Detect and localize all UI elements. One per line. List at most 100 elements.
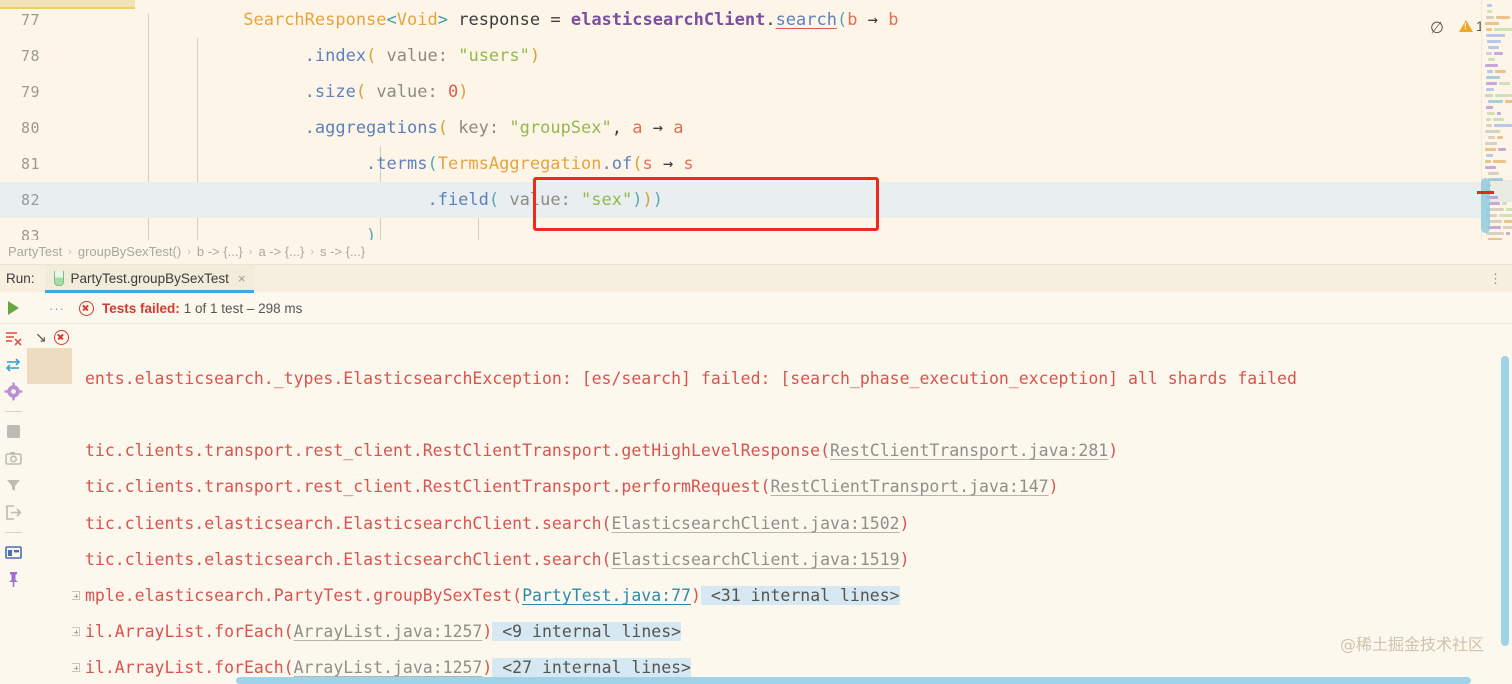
stack-trace-file-link-active[interactable]: PartyTest.java:77: [522, 586, 691, 605]
run-status-row: ··· Tests failed: 1 of 1 test – 298 ms: [0, 293, 1512, 323]
stack-trace-line[interactable]: tic.clients.elasticsearch.ElasticsearchC…: [85, 550, 910, 570]
fold-expand-icon[interactable]: [72, 663, 80, 672]
console-horizontal-scrollbar[interactable]: [236, 677, 1471, 684]
stack-trace-text: ): [690, 586, 701, 605]
console-vertical-scrollbar[interactable]: [1501, 356, 1509, 646]
minimap-line: [1502, 202, 1507, 205]
code-token: b: [847, 10, 868, 30]
console-test-tree[interactable]: ↘: [27, 324, 73, 684]
code-token: SearchResponse: [243, 10, 387, 30]
settings-gear-icon[interactable]: [4, 382, 23, 401]
breadcrumb-item[interactable]: s -> {...}: [320, 244, 365, 259]
internal-lines-label: <9 internal lines>: [492, 622, 682, 641]
minimap-line: [1493, 160, 1506, 163]
minimap-scrollbar-thumb[interactable]: [1481, 178, 1490, 233]
stack-trace-line[interactable]: ents.elasticsearch._types.ElasticsearchE…: [85, 369, 1297, 389]
rerun-failed-tests-icon[interactable]: [4, 328, 23, 347]
stack-trace-file-link[interactable]: ArrayList.java:1257: [294, 658, 483, 677]
code-token: (: [355, 82, 367, 102]
stack-trace-file-link[interactable]: ArrayList.java:1257: [294, 622, 483, 641]
screenshot-icon[interactable]: [4, 449, 23, 468]
line-number: 83: [20, 227, 40, 240]
minimap-line: [1488, 220, 1502, 223]
minimap-line: [1494, 124, 1512, 127]
run-tab[interactable]: PartyTest.groupBySexTest ×: [44, 264, 255, 293]
minimap-line: [1497, 112, 1501, 115]
code-token: (: [488, 190, 500, 210]
minimap-line: [1485, 94, 1493, 97]
code-token: ): [652, 190, 663, 210]
fold-expand-icon[interactable]: [72, 591, 80, 600]
test-tree-selected-node[interactable]: [27, 348, 72, 384]
minimap-line: [1495, 70, 1506, 73]
layout-icon[interactable]: [4, 543, 23, 562]
line-number: 81: [20, 155, 40, 173]
stack-trace-line[interactable]: il.ArrayList.forEach(ArrayList.java:1257…: [85, 622, 682, 642]
stack-trace-line[interactable]: tic.clients.elasticsearch.ElasticsearchC…: [85, 514, 910, 534]
stack-trace-file-link[interactable]: RestClientTransport.java:147: [770, 477, 1048, 496]
run-tab-title: PartyTest.groupBySexTest: [70, 271, 229, 286]
run-play-icon[interactable]: [8, 301, 19, 315]
code-token: ): [642, 190, 653, 210]
stop-icon[interactable]: [4, 422, 23, 441]
minimap-line: [1487, 112, 1495, 115]
code-token: b: [877, 10, 899, 30]
code-line[interactable]: .index( value: "users"): [59, 38, 540, 74]
code-line[interactable]: .terms(TermsAggregation.of(s → s: [59, 146, 694, 182]
console-toolbar: [0, 324, 27, 684]
stack-trace-output[interactable]: ents.elasticsearch._types.ElasticsearchE…: [72, 324, 1506, 684]
stack-trace-text: mple.elasticsearch.PartyTest.groupBySexT…: [85, 586, 523, 605]
code-editor[interactable]: 77 SearchResponse<Void> response = elast…: [0, 0, 1512, 240]
minimap-line: [1503, 226, 1512, 229]
minimap-line: [1504, 220, 1512, 223]
code-token: s: [673, 154, 694, 174]
code-line[interactable]: .field( value: "sex"))): [59, 182, 663, 218]
stack-trace-line[interactable]: mple.elasticsearch.PartyTest.groupBySexT…: [85, 586, 900, 606]
code-token: a: [632, 118, 653, 138]
stack-trace-file-link[interactable]: RestClientTransport.java:281: [830, 441, 1108, 460]
warning-triangle-icon: [1459, 20, 1473, 32]
filter-icon[interactable]: [4, 476, 23, 495]
breadcrumb-item[interactable]: a -> {...}: [258, 244, 304, 259]
minimap-line: [1506, 232, 1510, 235]
minimap-line: [1487, 70, 1493, 73]
minimap-line: [1497, 136, 1503, 139]
breadcrumb-item[interactable]: b -> {...}: [197, 244, 243, 259]
sort-toggle-icon[interactable]: [4, 355, 23, 374]
code-token: .field: [427, 190, 489, 210]
code-token: ): [458, 82, 469, 102]
minimap-line: [1486, 118, 1491, 121]
close-icon[interactable]: ×: [238, 271, 246, 286]
code-token: s: [642, 154, 663, 174]
fold-expand-icon[interactable]: [72, 627, 80, 636]
code-token: →: [652, 118, 663, 138]
code-line[interactable]: ): [59, 218, 376, 240]
breadcrumb-item[interactable]: groupBySexTest(): [78, 244, 181, 259]
breadcrumb[interactable]: PartyTest › groupBySexTest() › b -> {...} › a …: [0, 240, 1512, 263]
code-token: elasticsearchClient: [570, 10, 766, 30]
line-number: 79: [20, 83, 40, 101]
stack-trace-line[interactable]: tic.clients.transport.rest_client.RestCl…: [85, 477, 1059, 497]
stack-trace-file-link[interactable]: ElasticsearchClient.java:1519: [612, 550, 900, 569]
scroll-down-icon[interactable]: ↘: [35, 329, 47, 346]
code-token: ): [366, 226, 377, 240]
test-failed-icon: [54, 330, 69, 350]
minimap-line: [1486, 82, 1497, 85]
stack-trace-file-link[interactable]: ElasticsearchClient.java:1502: [612, 514, 900, 533]
code-line[interactable]: .size( value: 0): [59, 74, 469, 110]
pin-icon[interactable]: [4, 570, 23, 589]
inspection-eye-icon[interactable]: ∅: [1430, 18, 1444, 38]
minimap-error-marker: [1477, 191, 1494, 194]
code-line[interactable]: SearchResponse<Void> response = elastics…: [59, 2, 898, 38]
breadcrumb-item[interactable]: PartyTest: [8, 244, 62, 259]
stack-trace-line[interactable]: tic.clients.transport.rest_client.RestCl…: [85, 441, 1118, 461]
more-options-icon[interactable]: ⋮: [1489, 272, 1502, 285]
export-icon[interactable]: [4, 503, 23, 522]
code-line[interactable]: .aggregations( key: "groupSex", a → a: [59, 110, 684, 146]
stack-trace-line[interactable]: il.ArrayList.forEach(ArrayList.java:1257…: [85, 658, 691, 678]
